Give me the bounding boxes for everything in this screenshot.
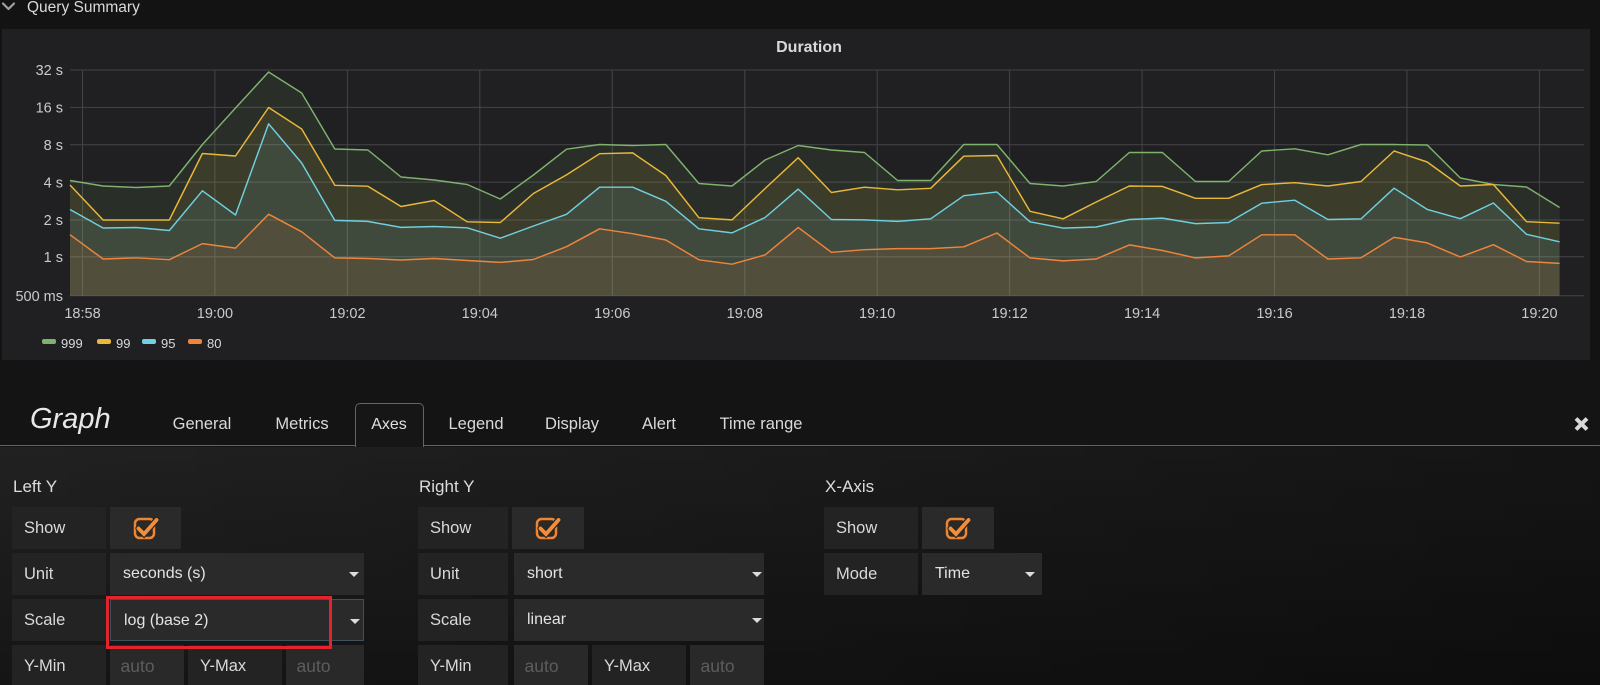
svg-text:2 s: 2 s [44,213,63,229]
svg-text:500 ms: 500 ms [15,289,63,305]
svg-text:8 s: 8 s [44,138,63,154]
svg-text:19:16: 19:16 [1256,306,1292,322]
svg-text:19:00: 19:00 [197,306,233,322]
svg-text:19:18: 19:18 [1389,306,1425,322]
svg-text:19:10: 19:10 [859,306,895,322]
svg-text:32 s: 32 s [36,63,63,79]
svg-text:19:20: 19:20 [1521,306,1557,322]
svg-text:16 s: 16 s [36,101,63,117]
svg-text:4 s: 4 s [44,175,63,191]
svg-text:19:14: 19:14 [1124,306,1160,322]
svg-text:19:12: 19:12 [991,306,1027,322]
svg-text:18:58: 18:58 [64,306,100,322]
svg-text:19:08: 19:08 [727,306,763,322]
svg-text:19:04: 19:04 [462,306,498,322]
svg-text:19:06: 19:06 [594,306,630,322]
svg-text:1 s: 1 s [44,250,63,266]
svg-text:19:02: 19:02 [329,306,365,322]
